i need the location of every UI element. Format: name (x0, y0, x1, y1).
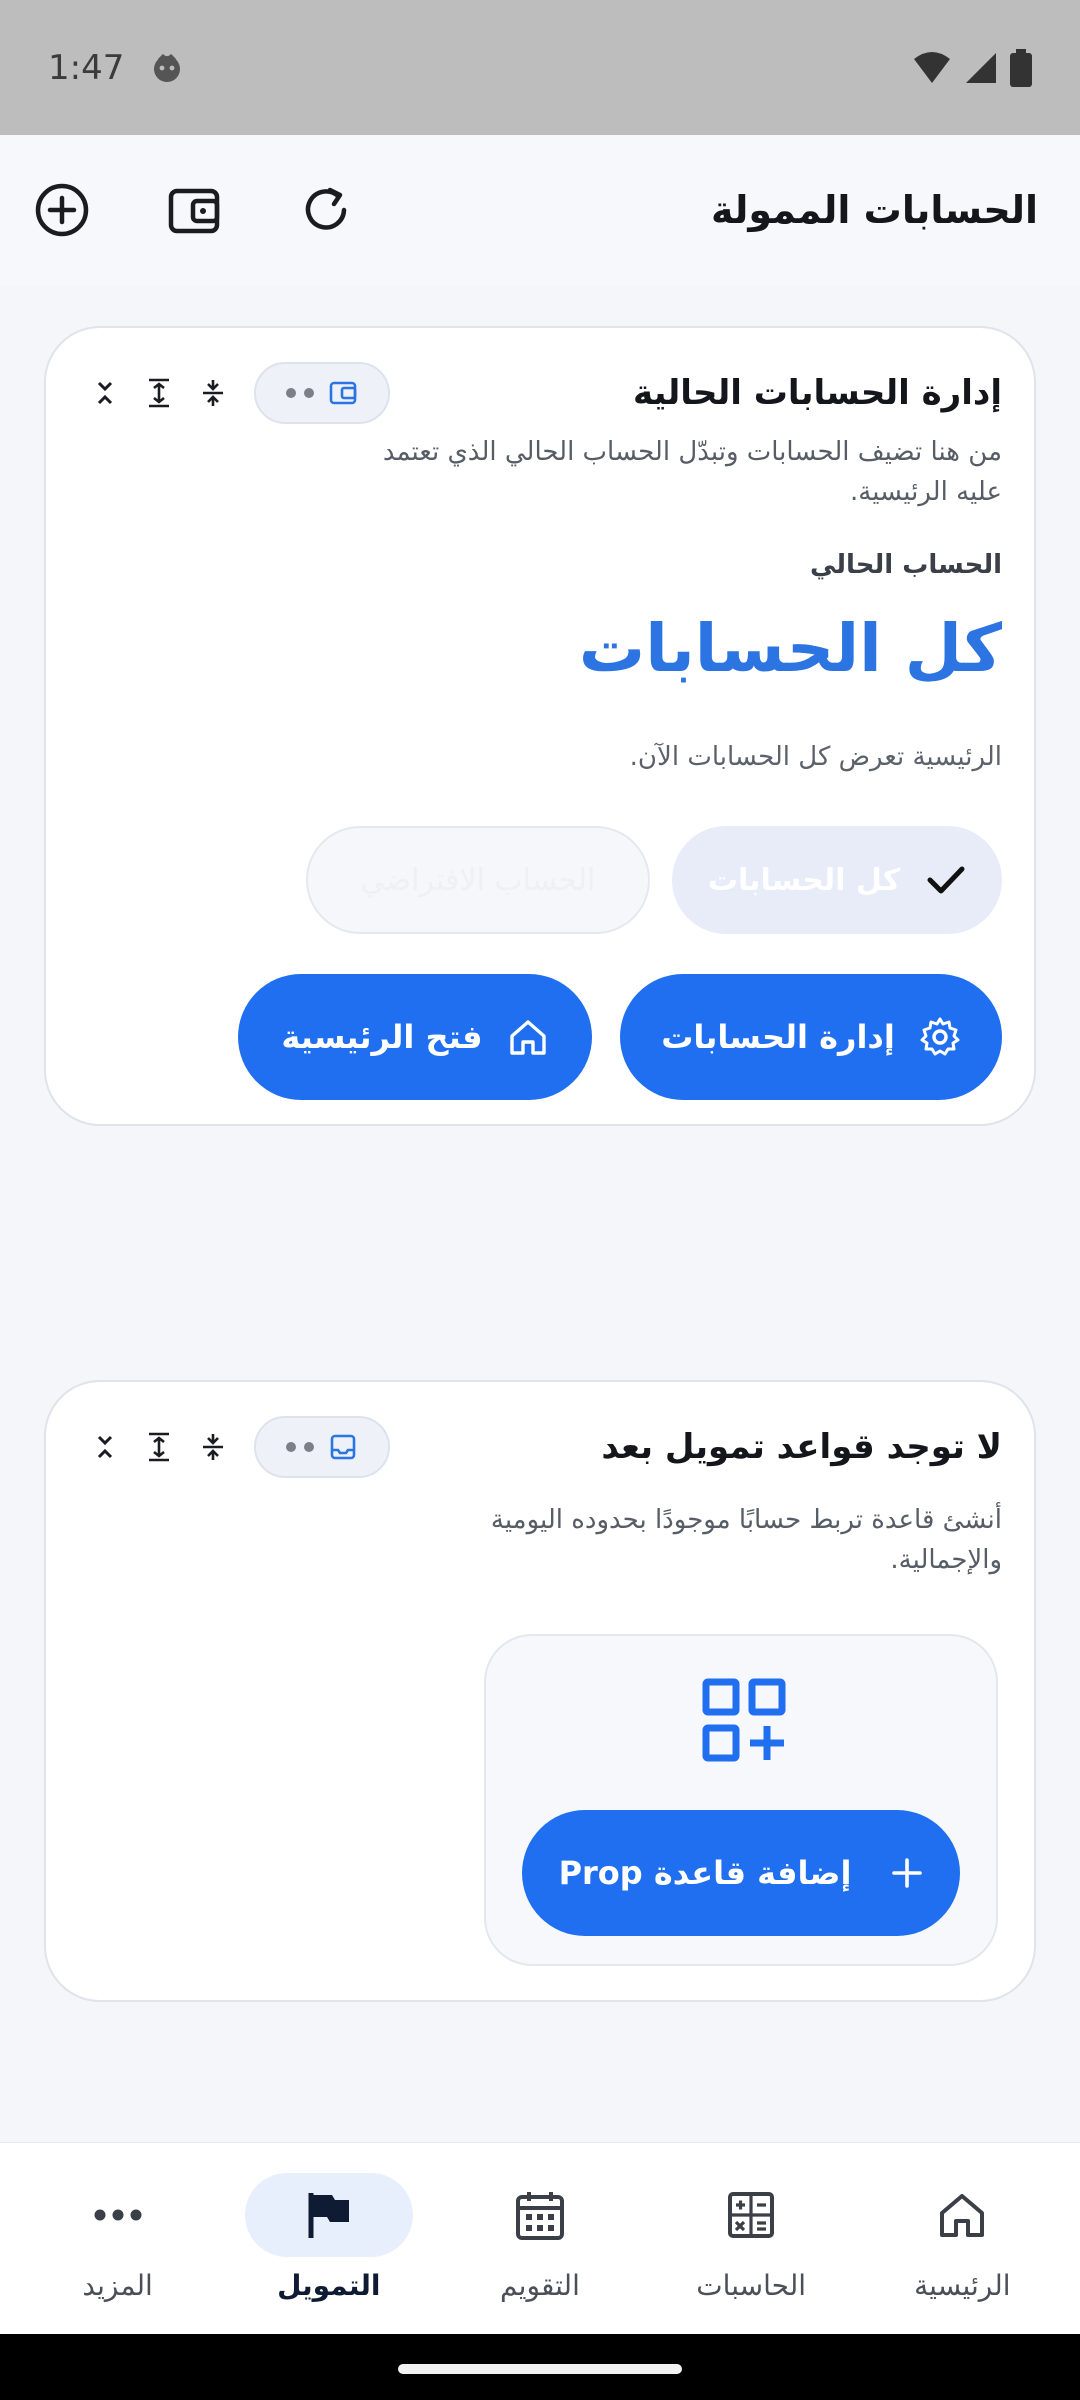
nav-icon-wrap (456, 2173, 624, 2257)
inbox-icon (330, 1434, 356, 1460)
status-bar: 1:47 (0, 0, 1080, 135)
gear-icon (920, 1017, 960, 1056)
app-bar-actions (34, 182, 354, 238)
add-circle-icon (35, 183, 89, 237)
check-icon (927, 866, 965, 894)
app-bar: الحسابات الممولة (0, 135, 1080, 285)
signal-icon (966, 52, 996, 83)
nav-icon-wrap (34, 2173, 202, 2257)
chip-default-account-label: الحساب الافتراضي (360, 862, 596, 898)
refresh-button[interactable] (298, 182, 354, 238)
nav-label: التمويل (277, 2269, 381, 2302)
gesture-area (0, 2334, 1080, 2400)
open-home-label: فتح الرئيسية (281, 1018, 483, 1056)
open-home-button[interactable]: فتح الرئيسية (238, 974, 592, 1100)
nav-icon-wrap (878, 2173, 1046, 2257)
status-left: 1:47 (48, 48, 184, 88)
dot (286, 388, 296, 398)
accounts-card-header: إدارة الحسابات الحالية (92, 358, 1002, 428)
nav-icon-wrap (667, 2173, 835, 2257)
manage-accounts-button[interactable]: إدارة الحسابات (620, 974, 1002, 1100)
wallet-button[interactable] (166, 182, 222, 238)
battery-icon (1010, 48, 1032, 87)
expand-vertical-icon (149, 1432, 169, 1462)
collapse-button[interactable] (92, 378, 118, 408)
nav-label: الحاسبات (696, 2269, 807, 2302)
nav-item-more[interactable]: المزيد (18, 2143, 218, 2334)
accounts-card: إدارة الحسابات الحالية من هنا تضيف الحسا… (44, 326, 1036, 1126)
rules-card-header: لا توجد قواعد تمويل بعد (92, 1412, 1002, 1482)
refresh-icon (305, 187, 347, 230)
add-prop-rule-label: إضافة قاعدة Prop (558, 1854, 852, 1892)
empty-rules-panel: إضافة قاعدة Prop (484, 1634, 998, 1966)
accounts-card-description: من هنا تضيف الحسابات وتبدّل الحساب الحال… (382, 437, 1002, 507)
flag-icon (308, 2193, 349, 2238)
nav-label: المزيد (82, 2269, 153, 2302)
dot (304, 388, 314, 398)
nav-item-funding[interactable]: التمويل (229, 2143, 429, 2334)
dot (304, 1442, 314, 1452)
notification-face-icon (154, 53, 181, 82)
status-right (912, 48, 1032, 87)
chip-default-account[interactable]: الحساب الافتراضي (306, 826, 650, 934)
rules-card: لا توجد قواعد تمويل بعد أنشئ قاعدة تربط … (44, 1380, 1036, 2002)
home-icon (509, 1020, 546, 1055)
chevrons-collapse-icon (97, 1435, 113, 1459)
chip-all-accounts[interactable]: كل الحسابات (672, 826, 1002, 934)
grid-add-icon (702, 1678, 786, 1762)
rules-card-description: أنشئ قاعدة تربط حسابًا موجودًا بحدوده ال… (490, 1505, 1002, 1575)
chip-all-accounts-label: كل الحسابات (707, 862, 901, 898)
manage-accounts-label: إدارة الحسابات (661, 1018, 895, 1056)
current-account-label: الحساب الحالي (809, 550, 1002, 580)
add-button[interactable] (34, 182, 90, 238)
page-title: الحسابات الممولة (711, 188, 1038, 232)
compress-button[interactable] (200, 1432, 226, 1462)
status-time: 1:47 (48, 47, 125, 88)
gesture-handle[interactable] (398, 2364, 682, 2374)
home-icon (940, 2194, 985, 2237)
nav-icon-wrap (244, 2173, 413, 2257)
nav-label: التقويم (500, 2269, 580, 2302)
nav-item-calendar[interactable]: التقويم (440, 2143, 640, 2334)
wallet-icon (168, 188, 220, 234)
compress-vertical-icon (203, 1434, 223, 1460)
wifi-icon (914, 51, 950, 83)
calendar-icon (515, 2192, 564, 2240)
card-type-pill[interactable] (254, 362, 390, 424)
nav-label: الرئيسية (914, 2269, 1011, 2302)
accounts-card-tools (92, 362, 390, 424)
expand-button[interactable] (146, 378, 172, 408)
bottom-nav: الرئيسية الحاسبات التقويم التمويل المزيد (0, 2142, 1080, 2334)
chevrons-collapse-icon (97, 381, 113, 405)
collapse-button[interactable] (92, 1432, 118, 1462)
rules-card-title: لا توجد قواعد تمويل بعد (601, 1427, 1002, 1467)
nav-item-calculators[interactable]: الحاسبات (651, 2143, 851, 2334)
compress-button[interactable] (200, 378, 226, 408)
wallet-small-icon (329, 381, 357, 405)
accounts-card-title: إدارة الحسابات الحالية (632, 373, 1002, 413)
rules-card-tools (92, 1416, 390, 1478)
nav-item-home[interactable]: الرئيسية (862, 2143, 1062, 2334)
calculator-icon (728, 2192, 775, 2238)
expand-vertical-icon (149, 378, 169, 408)
more-icon (94, 2209, 142, 2221)
card-type-pill[interactable] (254, 1416, 390, 1478)
dot (286, 1442, 296, 1452)
home-status-text: الرئيسية تعرض كل الحسابات الآن. (629, 742, 1002, 772)
current-account-value: كل الحسابات (578, 610, 1002, 687)
compress-vertical-icon (203, 380, 223, 406)
expand-button[interactable] (146, 1432, 172, 1462)
plus-icon (892, 1858, 923, 1888)
add-prop-rule-button[interactable]: إضافة قاعدة Prop (522, 1810, 960, 1936)
